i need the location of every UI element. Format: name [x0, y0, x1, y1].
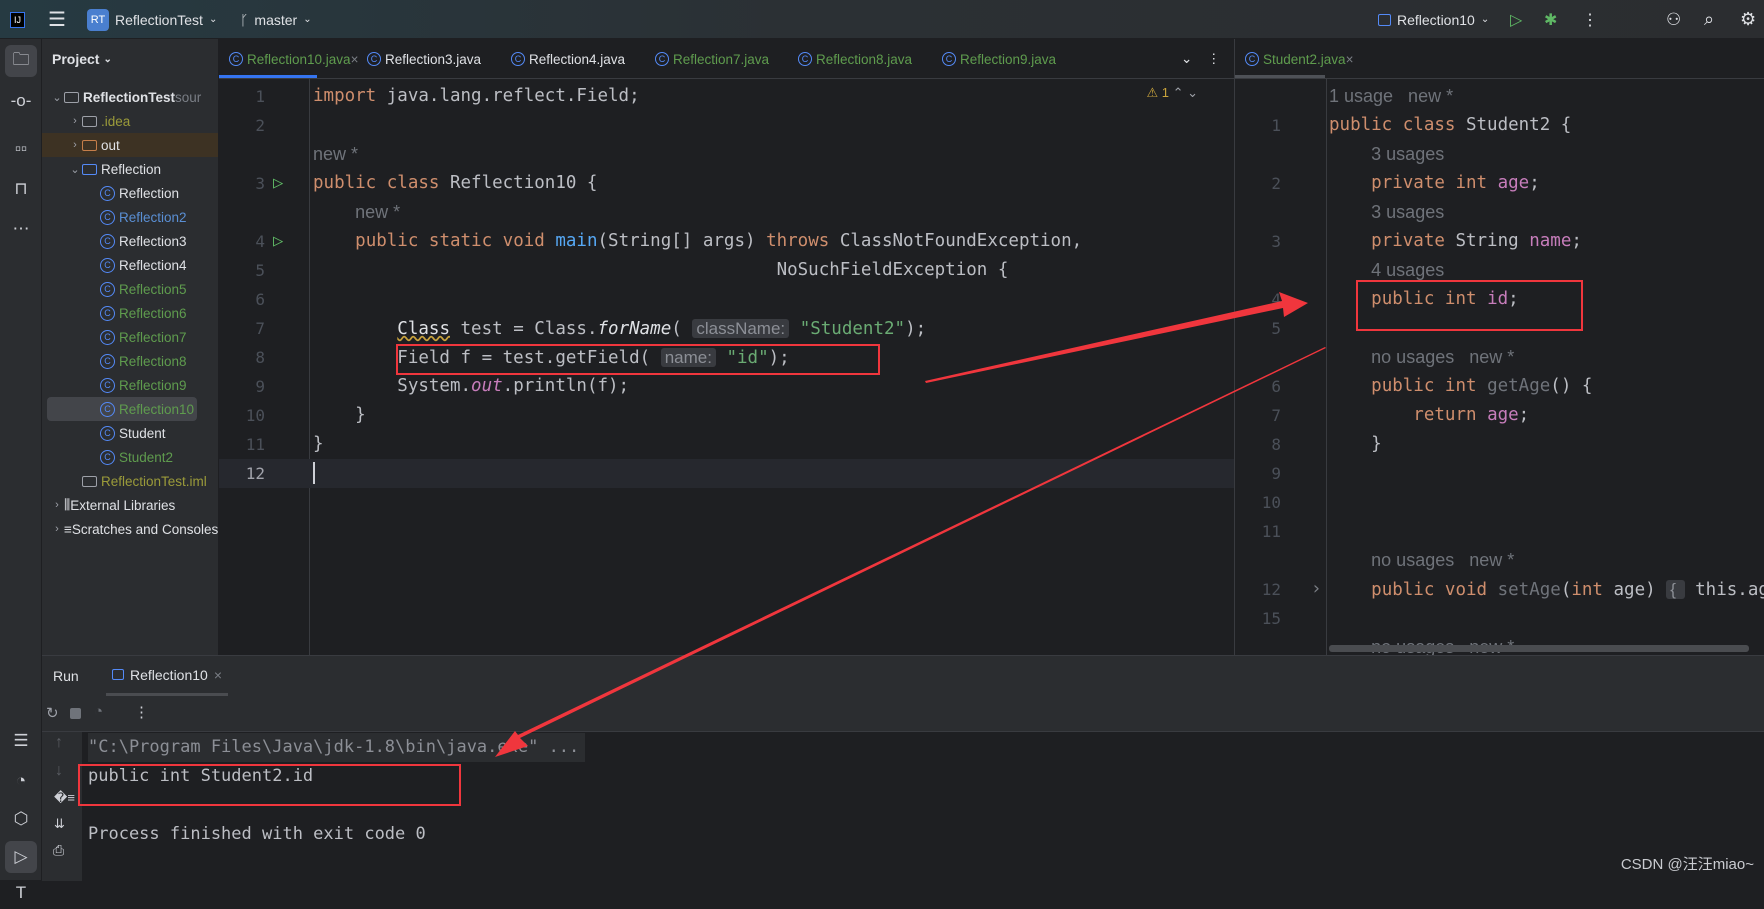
arrow-to-id-field: [925, 292, 1308, 383]
arrow-to-console: [495, 347, 1326, 757]
watermark: CSDN @汪汪miao~: [1620, 856, 1754, 873]
annotation-arrows: [495, 292, 1326, 757]
build-icon[interactable]: T: [5, 877, 37, 909]
